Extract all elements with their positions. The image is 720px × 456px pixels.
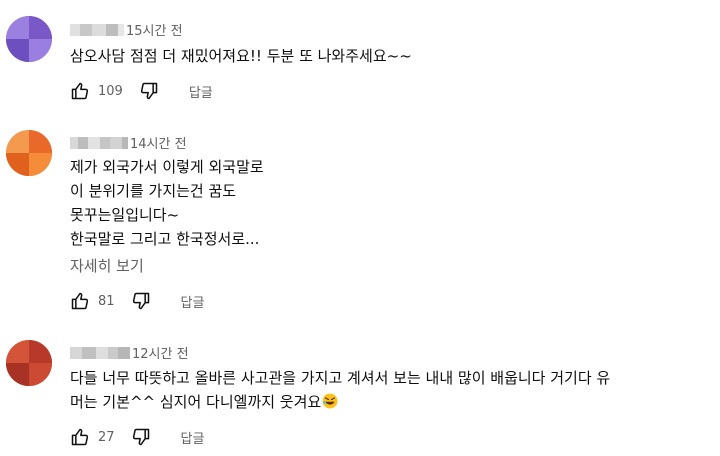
author-name[interactable]: [70, 23, 124, 36]
comment-text: 다들 너무 따뜻하고 올바른 사고관을 가지고 계셔서 보는 내내 많이 배웁니…: [70, 369, 611, 411]
comment-timestamp[interactable]: 14시간 전: [130, 133, 187, 152]
thumbs-up-icon[interactable]: [70, 427, 90, 447]
comment-actions: 27 답글: [70, 425, 204, 449]
avatar[interactable]: [6, 130, 52, 176]
comment-timestamp[interactable]: 15시간 전: [126, 20, 183, 39]
thumbs-down-icon[interactable]: [131, 291, 151, 311]
comment-header: 15시간 전: [70, 20, 183, 39]
comment-text: 제가 외국가서 이렇게 외국말로 이 분위기를 가지는건 꿈도 못꾸는일입니다~…: [70, 158, 264, 248]
comment-text: 삼오사담 점점 더 재밌어져요!! 두분 또 나와주세요~~: [70, 47, 412, 65]
like-count: 109: [98, 83, 123, 99]
comment-actions: 109 답글: [70, 79, 213, 103]
reply-button[interactable]: 답글: [181, 428, 205, 447]
thumbs-up-icon[interactable]: [70, 81, 90, 101]
comment-header: 12시간 전: [70, 343, 189, 362]
read-more-link[interactable]: 자세히 보기: [70, 255, 144, 276]
avatar[interactable]: [6, 16, 52, 62]
comment-actions: 81 답글: [70, 289, 204, 313]
like-count: 81: [98, 293, 115, 309]
reply-button[interactable]: 답글: [189, 82, 213, 101]
thumbs-up-icon[interactable]: [70, 291, 90, 311]
rolling-laughing-emoji-icon: [322, 393, 338, 409]
comment-timestamp[interactable]: 12시간 전: [132, 343, 189, 362]
author-name[interactable]: [70, 136, 128, 149]
comment-header: 14시간 전: [70, 133, 187, 152]
reply-button[interactable]: 답글: [181, 292, 205, 311]
author-name[interactable]: [70, 346, 130, 359]
like-count: 27: [98, 429, 115, 445]
thumbs-down-icon[interactable]: [139, 81, 159, 101]
thumbs-down-icon[interactable]: [131, 427, 151, 447]
avatar[interactable]: [6, 340, 52, 386]
